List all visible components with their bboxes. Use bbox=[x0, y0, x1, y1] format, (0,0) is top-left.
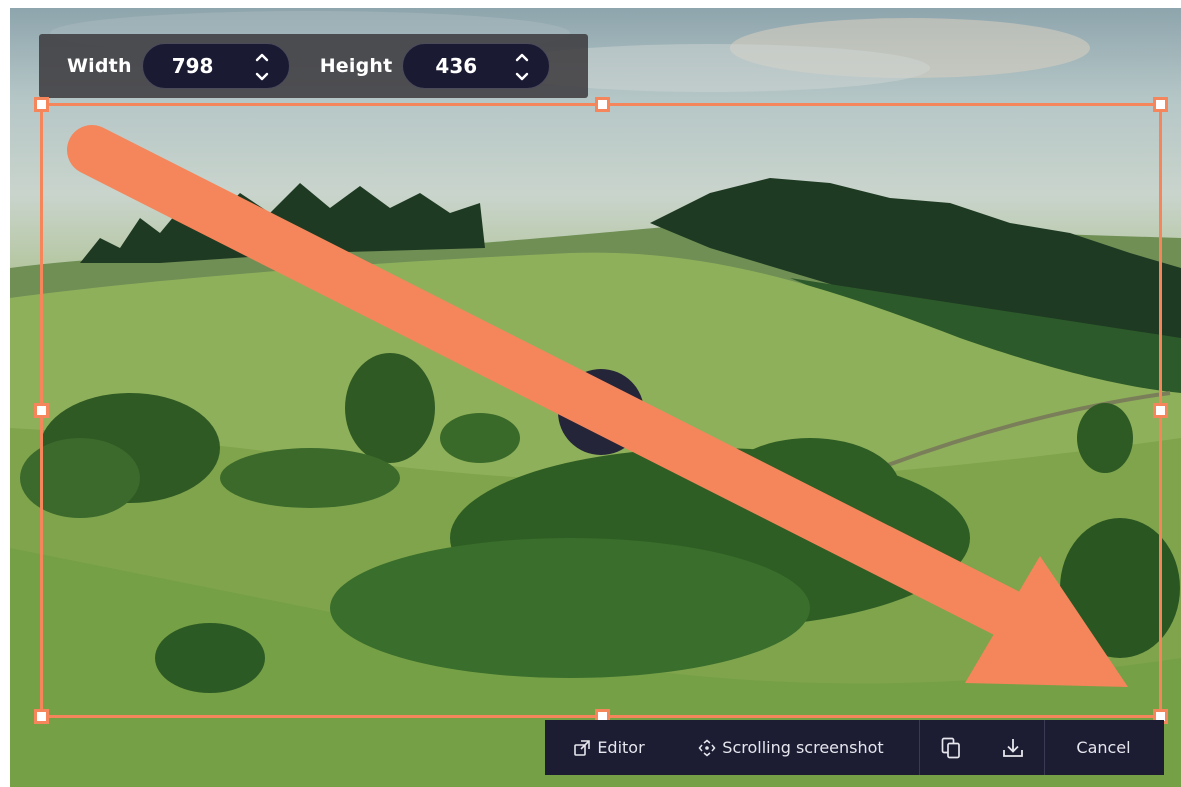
arrow-annotation[interactable] bbox=[0, 0, 1181, 787]
scrolling-screenshot-label: Scrolling screenshot bbox=[722, 738, 884, 757]
download-icon bbox=[1003, 738, 1023, 757]
copy-button[interactable] bbox=[920, 720, 982, 775]
scrolling-screenshot-button[interactable]: Scrolling screenshot bbox=[663, 720, 919, 775]
move-arrows-icon bbox=[698, 739, 716, 756]
copy-icon bbox=[941, 737, 960, 758]
download-button[interactable] bbox=[982, 720, 1044, 775]
external-window-icon bbox=[574, 739, 591, 756]
capture-action-bar: Editor Scrolling screenshot Cancel bbox=[545, 720, 1164, 775]
cancel-button[interactable]: Cancel bbox=[1045, 720, 1162, 775]
editor-label: Editor bbox=[597, 738, 645, 757]
cancel-label: Cancel bbox=[1076, 738, 1131, 757]
editor-button[interactable]: Editor bbox=[545, 720, 663, 775]
